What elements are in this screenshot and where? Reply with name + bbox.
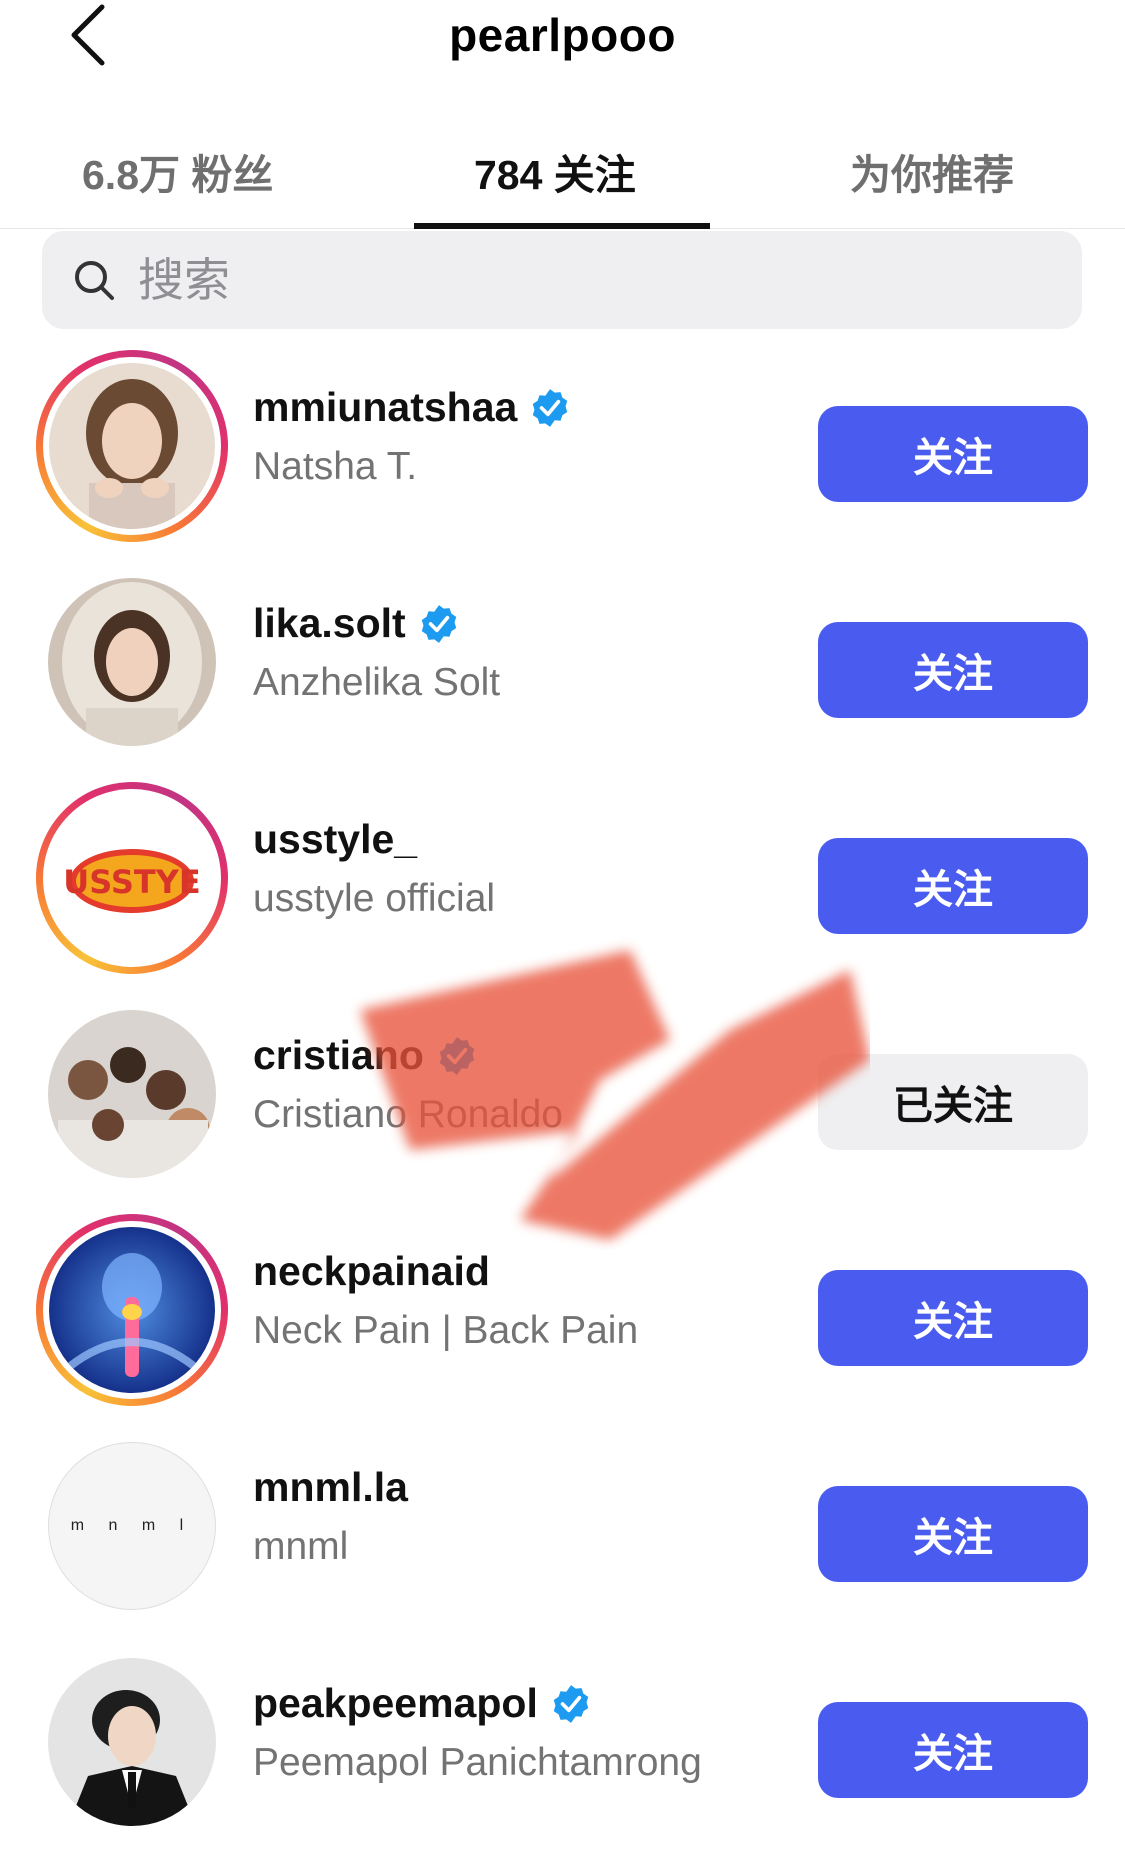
list-item[interactable]: mmiunatshaa Natsha T. 关注 [0,350,1125,566]
list-item[interactable]: neckpainaid Neck Pain | Back Pain 关注 [0,1214,1125,1430]
list-item[interactable]: cristiano Cristiano Ronaldo 已关注 [0,998,1125,1214]
avatar[interactable]: USSTYE [36,782,228,974]
username-text: lika.solt [253,600,406,646]
username-text: neckpainaid [253,1248,490,1294]
verified-badge-icon [533,388,568,427]
avatar[interactable] [48,1658,216,1826]
profile-photo [48,1658,216,1826]
page-title: pearlpooo [449,9,676,61]
verified-badge-icon [553,1684,589,1723]
username[interactable]: mmiunatshaa [253,384,571,431]
full-name: Cristiano Ronaldo [253,1093,564,1136]
follow-button[interactable]: 关注 [818,1702,1088,1798]
avatar[interactable]: m n m l [48,1442,216,1610]
full-name: Anzhelika Solt [253,661,501,704]
profile-photo [48,578,216,746]
avatar[interactable] [48,1010,216,1178]
follow-button[interactable]: 关注 [818,1270,1088,1366]
full-name: mnml [253,1525,349,1568]
list-item[interactable]: m n m l mnml.la mnml 关注 [0,1430,1125,1646]
verified-badge-icon [439,1036,475,1075]
full-name: Peemapol Panichtamrong [253,1741,702,1784]
tab-following[interactable]: 784 关注 [474,141,636,201]
mnml-logo-text: m n m l [70,1517,194,1534]
username-text: mnml.la [253,1464,408,1510]
avatar[interactable] [48,578,216,746]
list-item[interactable]: USSTYE usstyle_ usstyle official 关注 [0,782,1125,998]
username[interactable]: neckpainaid [253,1248,490,1295]
profile-photo [49,1227,215,1393]
avatar[interactable] [36,1214,228,1406]
username[interactable]: usstyle_ [253,816,417,863]
follow-button[interactable]: 关注 [818,622,1088,718]
username[interactable]: lika.solt [253,600,460,647]
search-input[interactable] [138,253,1038,307]
list-item[interactable]: peakpeemapol Peemapol Panichtamrong 关注 [0,1646,1125,1855]
logo-text: USSTYE [63,863,201,901]
username[interactable]: peakpeemapol [253,1680,592,1727]
header: pearlpooo [0,0,1125,80]
active-tab-indicator [414,223,710,229]
full-name: Neck Pain | Back Pain [253,1309,639,1352]
username[interactable]: cristiano [253,1032,478,1079]
follow-button[interactable]: 关注 [818,406,1088,502]
following-button[interactable]: 已关注 [818,1054,1088,1150]
verified-badge-icon [421,604,456,643]
full-name: Natsha T. [253,445,418,488]
profile-photo [48,1010,216,1178]
full-name: usstyle official [253,877,496,920]
usstyle-logo: USSTYE [63,849,201,913]
username-text: peakpeemapol [253,1680,538,1726]
list-item[interactable]: lika.solt Anzhelika Solt 关注 [0,566,1125,782]
tab-bar: 6.8万 粉丝 784 关注 为你推荐 [0,115,1125,229]
username-text: usstyle_ [253,816,418,862]
tab-followers[interactable]: 6.8万 粉丝 [82,141,273,201]
follow-button[interactable]: 关注 [818,1486,1088,1582]
tab-suggested[interactable]: 为你推荐 [850,141,1014,201]
profile-photo [49,363,215,529]
avatar[interactable] [36,350,228,542]
search-bar[interactable] [42,231,1082,329]
follow-button[interactable]: 关注 [818,838,1088,934]
search-icon [75,261,114,300]
username-text: cristiano [253,1032,424,1078]
username[interactable]: mnml.la [253,1464,408,1511]
username-text: mmiunatshaa [253,384,518,430]
